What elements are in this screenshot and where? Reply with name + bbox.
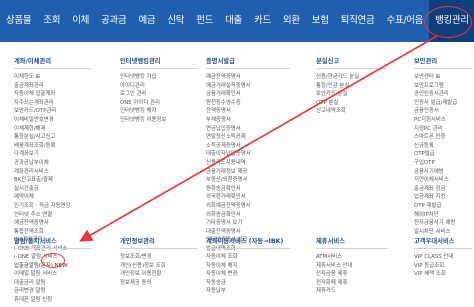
annotation-arrow [79,35,438,242]
